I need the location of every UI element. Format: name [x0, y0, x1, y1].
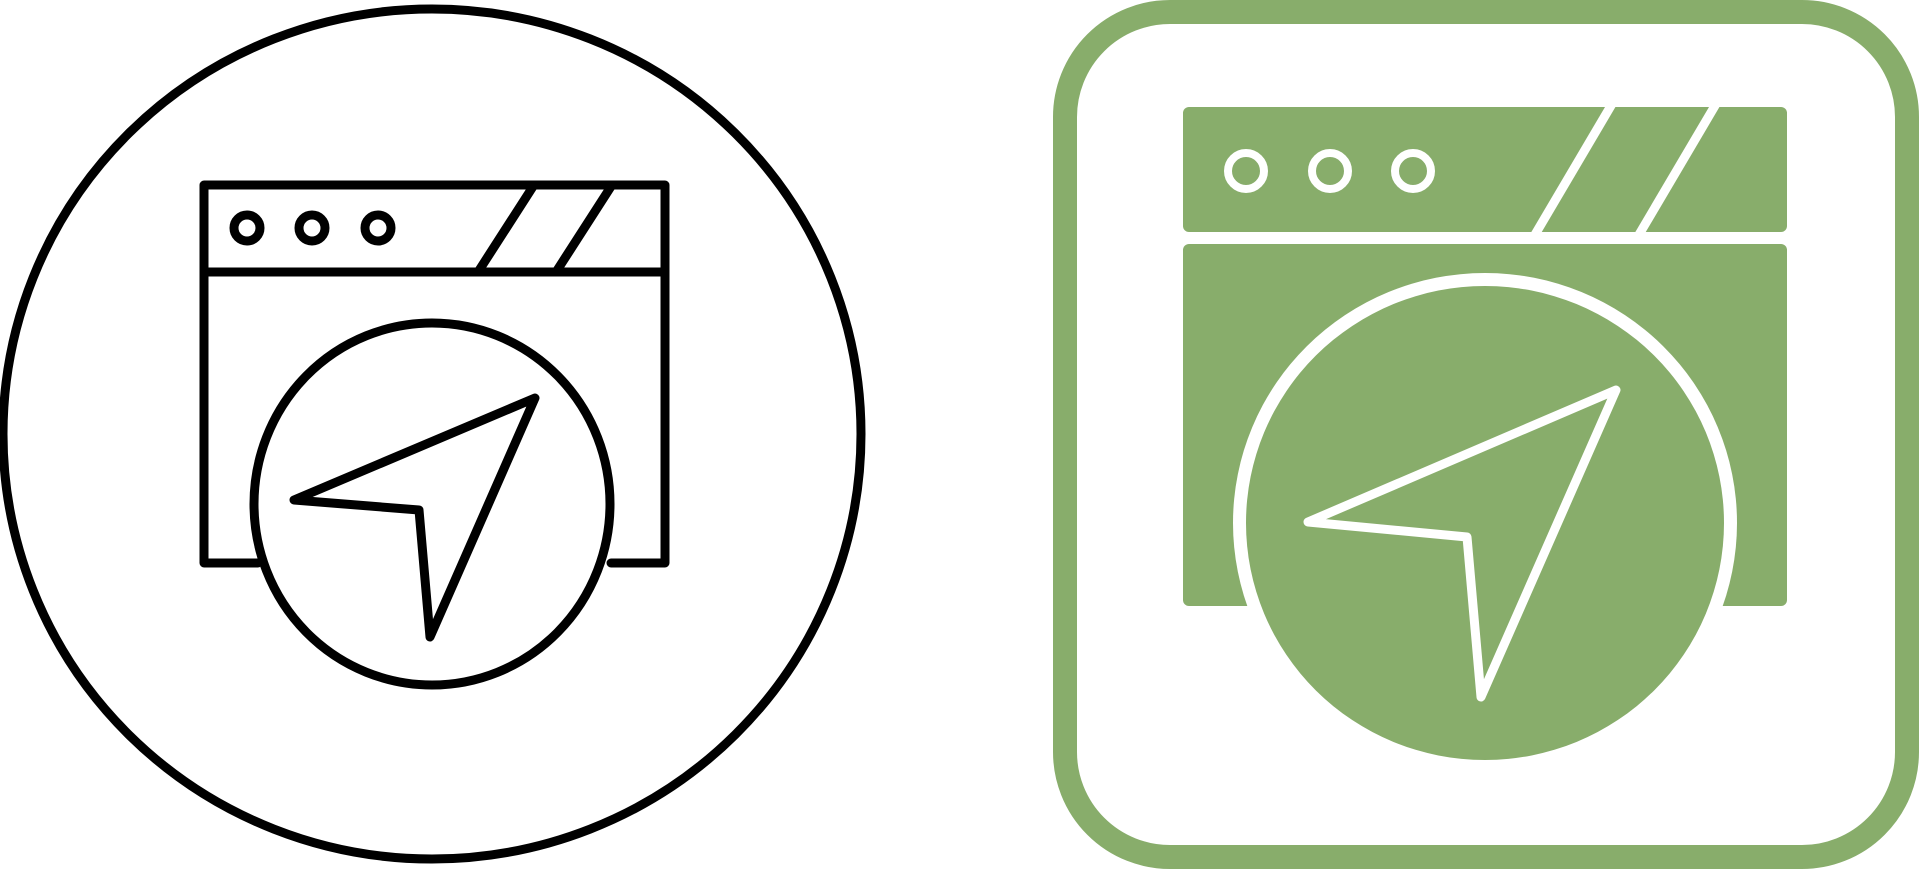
- browser-window-frame: [199, 180, 670, 568]
- toolbar-slash-2: [551, 180, 617, 277]
- toolbar-slashes: [1529, 101, 1720, 241]
- window-dot-3: [360, 210, 396, 246]
- window-dot-2: [1308, 149, 1352, 193]
- toolbar-slash-1: [1529, 101, 1616, 241]
- rounded-square-frame: [1053, 0, 1919, 869]
- browser-window-body: [1183, 244, 1787, 606]
- window-dot-1: [229, 210, 265, 246]
- outline-icon-group: [0, 4, 866, 864]
- circle-frame: [0, 4, 866, 864]
- browser-navigation-outline-icon: [0, 4, 866, 864]
- window-dot-3: [1391, 149, 1435, 193]
- toolbar-slash-1: [473, 180, 539, 277]
- browser-toolbar: [1183, 107, 1787, 232]
- cursor-circle-outer-ring: [1233, 273, 1737, 773]
- window-dot-2: [294, 210, 330, 246]
- toolbar-slash-2: [1633, 101, 1720, 241]
- window-dots: [1224, 149, 1435, 193]
- navigation-arrow-icon: [1303, 385, 1621, 702]
- icon-set-canvas: [0, 0, 1920, 869]
- navigation-arrow-icon: [289, 393, 540, 642]
- window-dot-1: [1224, 149, 1268, 193]
- cursor-circle: [1246, 286, 1724, 760]
